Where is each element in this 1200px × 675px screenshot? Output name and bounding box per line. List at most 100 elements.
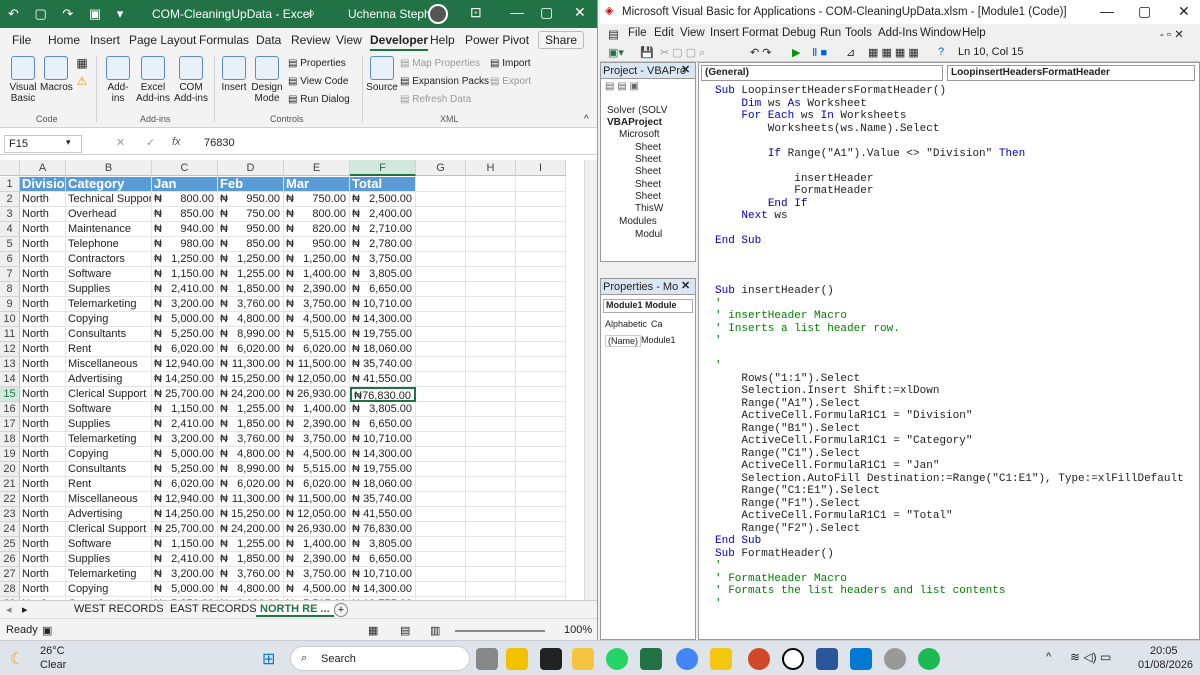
tab-page-layout[interactable]: Page Layout [129, 33, 196, 47]
addins-button[interactable]: Add- ins [102, 56, 134, 104]
empty-cell[interactable] [466, 177, 516, 192]
windows-start-icon[interactable]: ⊞ [262, 649, 275, 669]
row-header[interactable]: 2 [0, 192, 20, 207]
view-code-button[interactable]: ▤ View Code [288, 76, 348, 87]
table-cell[interactable]: North [20, 342, 66, 357]
row-header[interactable]: 13 [0, 357, 20, 372]
insert-function-icon[interactable]: fx [172, 136, 181, 148]
table-cell[interactable]: ₦ 12,050.00 [284, 372, 350, 387]
restore-icon[interactable]: - ▫ ✕ [1160, 27, 1184, 41]
table-cell[interactable]: ₦19,755.00 [350, 327, 416, 342]
maximize-icon[interactable]: ▢ [1138, 3, 1151, 20]
empty-cell[interactable] [466, 282, 516, 297]
empty-cell[interactable] [516, 372, 566, 387]
macros-button[interactable]: Macros [40, 56, 73, 93]
close-icon[interactable]: ✕ [574, 4, 586, 21]
row-header[interactable]: 21 [0, 477, 20, 492]
empty-cell[interactable] [516, 282, 566, 297]
table-cell[interactable]: ₦ 1,150.00 [152, 402, 218, 417]
tab-formulas[interactable]: Formulas [199, 33, 249, 47]
table-cell[interactable]: ₦ 2,500.00 [350, 192, 416, 207]
table-cell[interactable]: ₦ 15,250.00 [218, 507, 284, 522]
table-cell[interactable]: ₦ 12,940.00 [152, 492, 218, 507]
search-icon[interactable]: ⌕ [308, 5, 315, 21]
table-cell[interactable]: ₦5,250.00 [152, 327, 218, 342]
column-header-f[interactable]: F [350, 160, 416, 176]
table-cell[interactable]: ₦ 10,710.00 [350, 297, 416, 312]
table-cell[interactable]: ₦ 35,740.00 [350, 492, 416, 507]
empty-cell[interactable] [416, 372, 466, 387]
table-cell[interactable]: Overhead [66, 207, 152, 222]
run-dialog-button[interactable]: ▤ Run Dialog [288, 94, 350, 105]
table-cell[interactable]: ₦ 950.00 [218, 222, 284, 237]
table-cell[interactable]: North [20, 477, 66, 492]
empty-cell[interactable] [516, 177, 566, 192]
menu-file[interactable]: File [628, 27, 647, 39]
table-cell[interactable]: ₦ 41,550.00 [350, 372, 416, 387]
row-header[interactable]: 25 [0, 537, 20, 552]
table-cell[interactable]: North [20, 387, 66, 402]
empty-cell[interactable] [416, 477, 466, 492]
design-mode-button[interactable]: Design Mode [250, 56, 284, 104]
empty-cell[interactable] [416, 567, 466, 582]
table-cell[interactable]: ₦ 41,550.00 [350, 507, 416, 522]
table-cell[interactable]: ₦ 4,800.00 [218, 447, 284, 462]
empty-cell[interactable] [516, 507, 566, 522]
row-header[interactable]: 3 [0, 207, 20, 222]
formula-input[interactable]: 76830 [204, 137, 235, 149]
table-cell[interactable]: ₦ 1,400.00 [284, 537, 350, 552]
cut-icon[interactable]: ✂ ▢ ▢ ⌕ [660, 46, 705, 60]
table-cell[interactable]: ₦ 3,805.00 [350, 402, 416, 417]
table-cell[interactable]: ₦ 1,400.00 [284, 402, 350, 417]
empty-cell[interactable] [416, 192, 466, 207]
column-header-g[interactable]: G [416, 160, 466, 176]
tab-insert[interactable]: Insert [90, 33, 120, 47]
header-cell[interactable]: Divisio [20, 177, 66, 192]
word-icon[interactable] [816, 648, 838, 670]
properties-button[interactable]: ▤ Properties [288, 58, 346, 69]
table-cell[interactable]: ₦ 6,020.00 [284, 477, 350, 492]
table-cell[interactable]: ₦ 76,830.00 [350, 522, 416, 537]
powerpoint-icon[interactable] [748, 648, 770, 670]
tab-data[interactable]: Data [256, 33, 281, 47]
table-cell[interactable]: Software [66, 267, 152, 282]
table-cell[interactable]: ₦ 1,850.00 [218, 282, 284, 297]
tab-developer[interactable]: Developer [370, 33, 429, 51]
table-cell[interactable]: Telephone [66, 237, 152, 252]
row-header[interactable]: 24 [0, 522, 20, 537]
table-cell[interactable]: ₦ 6,020.00 [284, 342, 350, 357]
table-cell[interactable]: ₦ 2,400.00 [350, 207, 416, 222]
empty-cell[interactable] [416, 462, 466, 477]
table-cell[interactable]: ₦ 1,250.00 [218, 252, 284, 267]
database-icon[interactable] [884, 648, 906, 670]
table-cell[interactable]: ₦ 5,000.00 [152, 447, 218, 462]
empty-cell[interactable] [516, 477, 566, 492]
table-cell[interactable]: ₦ 800.00 [284, 207, 350, 222]
table-cell[interactable]: North [20, 297, 66, 312]
table-cell[interactable]: ₦ 1,850.00 [218, 417, 284, 432]
powerbi-icon[interactable] [710, 648, 732, 670]
table-cell[interactable]: North [20, 222, 66, 237]
save-icon[interactable]: 💾 [640, 46, 654, 59]
table-cell[interactable]: North [20, 522, 66, 537]
enter-icon[interactable]: ✓ [146, 136, 155, 149]
column-header-e[interactable]: E [284, 160, 350, 176]
properties-object-select[interactable]: Module1 Module [603, 299, 693, 313]
empty-cell[interactable] [416, 357, 466, 372]
table-cell[interactable]: ₦ 26,930.00 [284, 387, 350, 402]
tray-overflow-icon[interactable]: ^ [1046, 651, 1051, 663]
table-cell[interactable]: North [20, 582, 66, 597]
tab-review[interactable]: Review [291, 33, 330, 47]
table-cell[interactable]: ₦ 3,760.00 [218, 297, 284, 312]
table-cell[interactable]: ₦ 3,750.00 [284, 297, 350, 312]
table-cell[interactable]: ₦ 25,700.00 [152, 522, 218, 537]
insert-control-button[interactable]: Insert [218, 56, 250, 93]
table-cell[interactable]: ₦ 14,250.00 [152, 372, 218, 387]
empty-cell[interactable] [466, 312, 516, 327]
scroll-right-icon[interactable]: ▸ [22, 603, 28, 616]
empty-cell[interactable] [516, 207, 566, 222]
scroll-left-icon[interactable]: ◂ [6, 603, 12, 616]
menu-run[interactable]: Run [820, 27, 841, 39]
table-cell[interactable]: ₦ 850.00 [152, 207, 218, 222]
help-icon[interactable]: ? [938, 46, 944, 58]
